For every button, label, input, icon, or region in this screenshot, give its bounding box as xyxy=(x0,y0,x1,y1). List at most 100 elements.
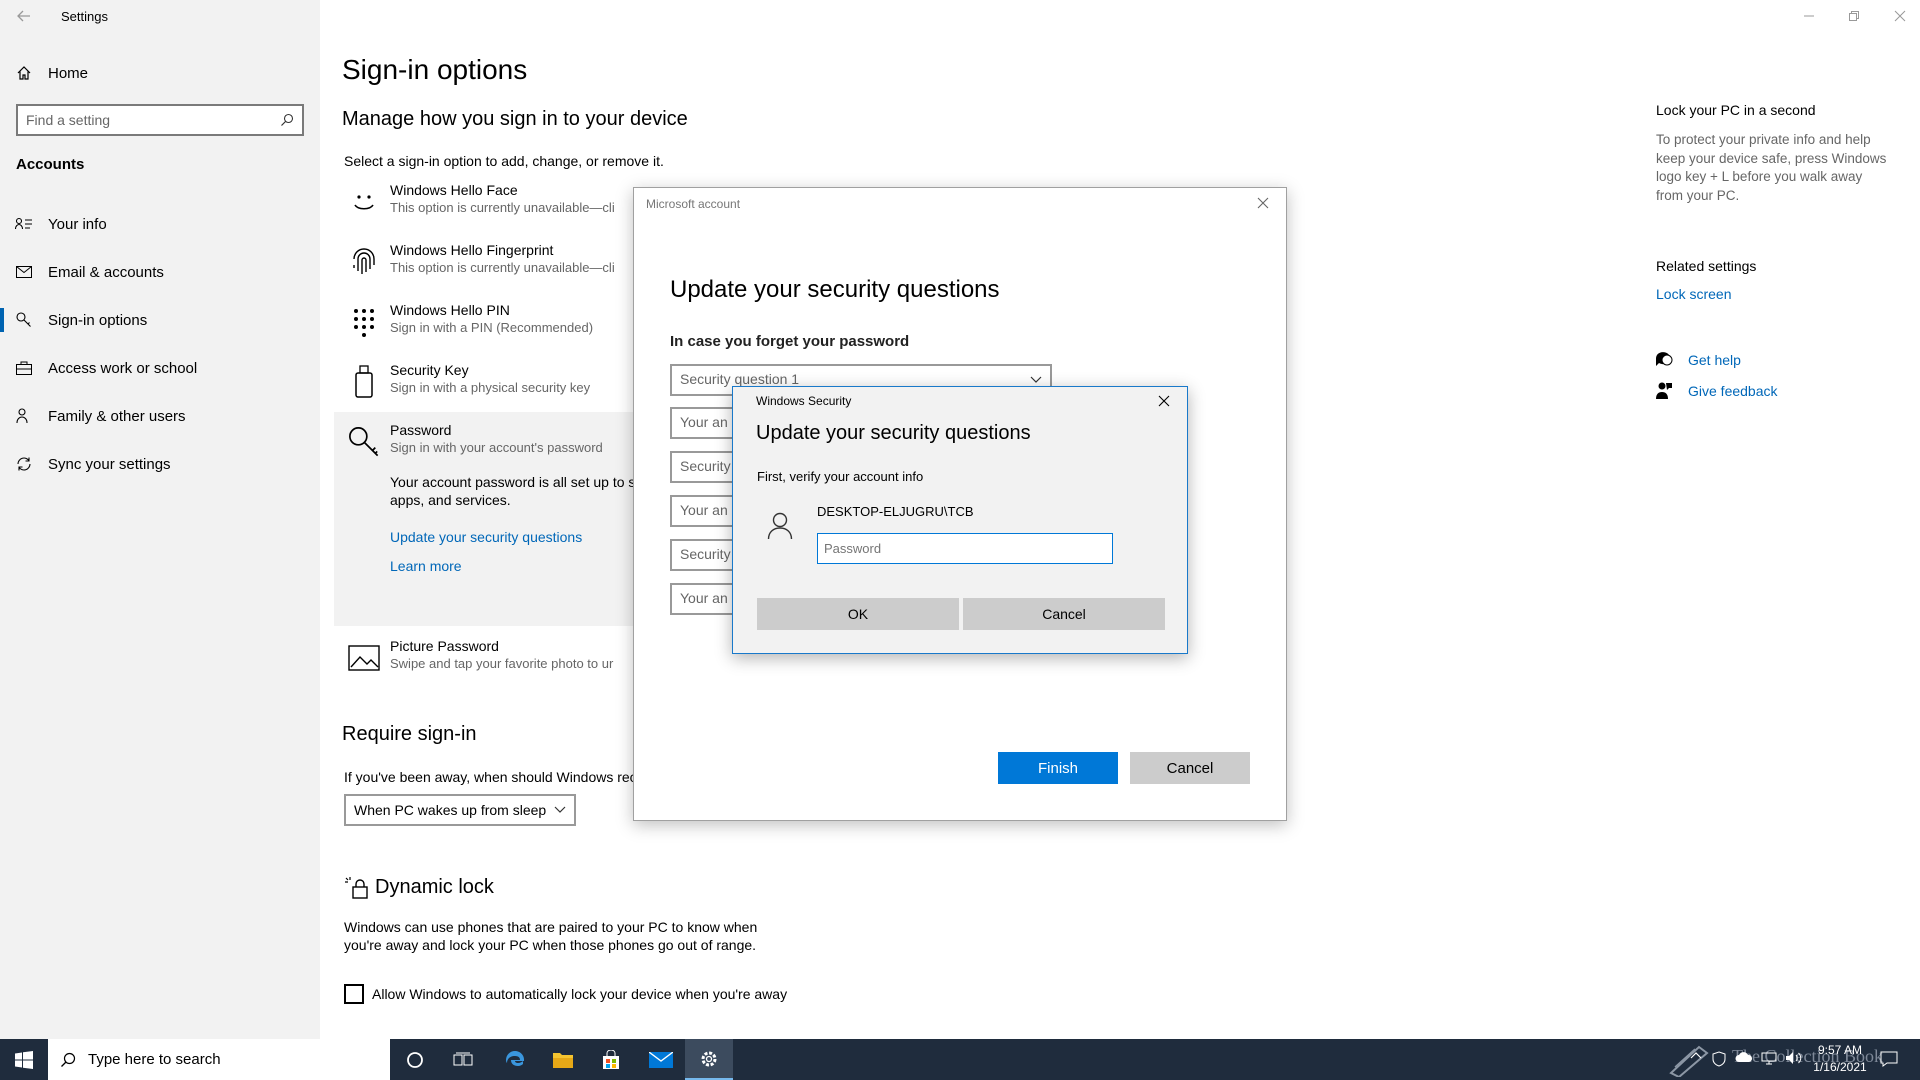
require-signin-text: If you've been away, when should Windows… xyxy=(344,769,634,785)
search-icon xyxy=(280,113,294,127)
close-window-icon[interactable] xyxy=(1892,8,1908,24)
answer-3-input[interactable]: Your an xyxy=(670,583,740,615)
lock-pc-text-line: keep your device safe, press Windows xyxy=(1656,150,1887,166)
security-question-3-dropdown[interactable]: Security xyxy=(670,539,740,571)
close-icon[interactable] xyxy=(1157,394,1171,408)
ms-cancel-button[interactable]: Cancel xyxy=(1130,752,1250,784)
get-help-icon xyxy=(1655,351,1673,367)
windows-security-dialog: Windows Security Update your security qu… xyxy=(732,386,1188,654)
password-input[interactable] xyxy=(817,533,1113,564)
option-title: Windows Hello Face xyxy=(390,182,518,198)
store-icon[interactable] xyxy=(587,1039,635,1080)
option-hello-fingerprint[interactable]: Windows Hello Fingerprint This option is… xyxy=(344,242,644,298)
security-question-1-value: Security question 1 xyxy=(680,371,800,387)
option-sub: Swipe and tap your favorite photo to ur xyxy=(390,656,614,671)
pin-keypad-icon xyxy=(348,306,380,338)
require-signin-dropdown[interactable]: When PC wakes up from sleep xyxy=(344,794,576,826)
sidebar-item-label: Your info xyxy=(48,215,107,233)
password-detail-line1: Your account password is all set up to s… xyxy=(390,474,634,490)
settings-app-icon[interactable] xyxy=(685,1039,733,1080)
taskbar-search-box[interactable]: Type here to search xyxy=(48,1039,390,1080)
option-title: Password xyxy=(390,422,452,438)
option-password[interactable]: Password Sign in with your account's pas… xyxy=(344,422,644,478)
lock-screen-link[interactable]: Lock screen xyxy=(1656,286,1731,302)
section-title-accounts: Accounts xyxy=(16,156,85,173)
sidebar-home[interactable]: Home xyxy=(0,50,320,96)
option-sub: This option is currently unavailable—cli xyxy=(390,200,615,215)
answer-1-input[interactable]: Your an xyxy=(670,407,740,439)
get-help-link[interactable]: Get help xyxy=(1688,352,1741,368)
taskbar-search-placeholder: Type here to search xyxy=(88,1051,221,1068)
chevron-down-icon xyxy=(554,806,566,814)
close-icon[interactable] xyxy=(1256,196,1270,210)
lock-pc-heading: Lock your PC in a second xyxy=(1656,102,1816,118)
require-signin-value: When PC wakes up from sleep xyxy=(354,802,547,818)
minimize-icon[interactable] xyxy=(1801,8,1817,24)
find-setting-input[interactable]: Find a setting xyxy=(16,104,304,136)
option-title: Picture Password xyxy=(390,638,499,654)
option-sub: This option is currently unavailable—cli xyxy=(390,260,615,275)
ok-button[interactable]: OK xyxy=(757,598,959,630)
sidebar-item-family-users[interactable]: Family & other users xyxy=(0,393,320,439)
cortana-icon[interactable] xyxy=(391,1039,439,1080)
option-hello-pin[interactable]: Windows Hello PIN Sign in with a PIN (Re… xyxy=(344,302,644,358)
dynamic-lock-heading: Dynamic lock xyxy=(375,876,494,898)
page-title: Sign-in options xyxy=(342,54,528,85)
picture-icon xyxy=(348,642,380,674)
give-feedback-icon xyxy=(1656,382,1672,400)
onedrive-icon[interactable] xyxy=(1735,1051,1753,1063)
ws-dialog-heading: Update your security questions xyxy=(756,422,1031,444)
related-settings-heading: Related settings xyxy=(1656,258,1757,274)
windows-logo-icon xyxy=(15,1050,33,1069)
mail-app-icon[interactable] xyxy=(637,1039,685,1080)
network-icon[interactable] xyxy=(1760,1051,1778,1065)
give-feedback-link[interactable]: Give feedback xyxy=(1688,383,1778,399)
sidebar-item-label: Email & accounts xyxy=(48,263,164,281)
option-picture-password[interactable]: Picture Password Swipe and tap your favo… xyxy=(344,638,644,694)
dynamic-lock-text-2: you're away and lock your PC when those … xyxy=(344,937,757,953)
sidebar-item-label: Sync your settings xyxy=(48,455,171,473)
security-question-2-value: Security xyxy=(680,458,731,474)
option-hello-face[interactable]: Windows Hello Face This option is curren… xyxy=(344,182,644,238)
finish-button[interactable]: Finish xyxy=(998,752,1118,784)
ws-dialog-title: Windows Security xyxy=(756,394,852,408)
defender-icon[interactable] xyxy=(1712,1051,1726,1067)
sidebar-item-access-work[interactable]: Access work or school xyxy=(0,345,320,391)
ws-cancel-button[interactable]: Cancel xyxy=(963,598,1165,630)
sidebar-item-sync[interactable]: Sync your settings xyxy=(0,441,320,487)
file-explorer-icon[interactable] xyxy=(539,1039,587,1080)
update-security-questions-link[interactable]: Update your security questions xyxy=(390,529,582,545)
edge-icon[interactable] xyxy=(491,1039,539,1080)
learn-more-link[interactable]: Learn more xyxy=(390,558,462,574)
answer-2-input[interactable]: Your an xyxy=(670,495,740,527)
volume-icon[interactable] xyxy=(1785,1051,1803,1065)
security-question-2-dropdown[interactable]: Security xyxy=(670,451,740,483)
dynamic-lock-checkbox[interactable] xyxy=(344,984,364,1004)
watermark-logo-icon xyxy=(1665,1043,1719,1077)
start-button[interactable] xyxy=(0,1039,48,1080)
clock[interactable]: 9:57 AM 1/16/2021 xyxy=(1808,1042,1872,1076)
briefcase-icon xyxy=(0,361,48,375)
require-signin-heading: Require sign-in xyxy=(342,723,477,745)
option-security-key[interactable]: Security Key Sign in with a physical sec… xyxy=(344,362,644,418)
lock-pc-text-line: from your PC. xyxy=(1656,187,1740,203)
user-account-icon xyxy=(767,512,793,540)
sidebar-item-label: Sign-in options xyxy=(48,311,148,329)
back-arrow-icon[interactable] xyxy=(14,6,34,26)
person-card-icon xyxy=(0,217,48,231)
search-icon xyxy=(60,1052,76,1068)
sidebar-item-email-accounts[interactable]: Email & accounts xyxy=(0,249,320,295)
find-setting-placeholder: Find a setting xyxy=(26,112,111,128)
answer-1-placeholder: Your an xyxy=(680,414,728,430)
ms-dialog-heading: Update your security questions xyxy=(670,276,1000,303)
page-subtitle: Manage how you sign in to your device xyxy=(342,108,688,130)
lock-pc-text-line: To protect your private info and help xyxy=(1656,132,1871,147)
sidebar-item-your-info[interactable]: Your info xyxy=(0,201,320,247)
sidebar-item-label: Access work or school xyxy=(48,359,198,377)
action-center-icon[interactable] xyxy=(1880,1051,1898,1067)
tray-chevron-up-icon[interactable] xyxy=(1690,1051,1702,1059)
security-question-3-value: Security xyxy=(680,546,731,562)
restore-icon[interactable] xyxy=(1846,8,1862,24)
task-view-icon[interactable] xyxy=(439,1039,487,1080)
sidebar-item-sign-in-options[interactable]: Sign-in options xyxy=(0,297,320,343)
